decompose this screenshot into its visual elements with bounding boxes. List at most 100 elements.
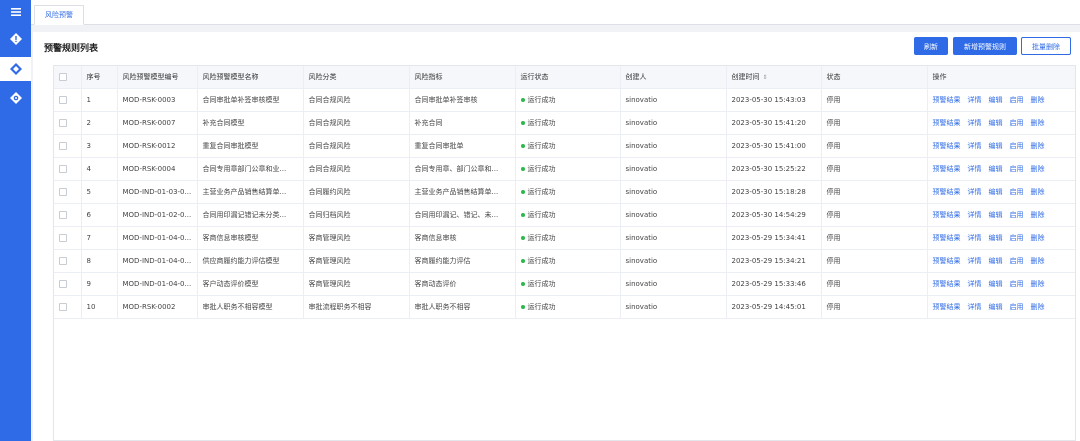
warning-result-link[interactable]: 预警结果 — [933, 96, 961, 104]
delete-link[interactable]: 删除 — [1031, 96, 1045, 104]
run-status-text: 运行成功 — [527, 95, 556, 104]
detail-link[interactable]: 详情 — [968, 142, 982, 150]
edit-link[interactable]: 编辑 — [989, 280, 1003, 288]
warning-result-link[interactable]: 预警结果 — [933, 119, 961, 127]
edit-link[interactable]: 编辑 — [989, 211, 1003, 219]
detail-link[interactable]: 详情 — [968, 211, 982, 219]
row-checkbox[interactable] — [59, 210, 67, 219]
detail-link[interactable]: 详情 — [968, 280, 982, 288]
header-created-at[interactable]: 创建时间 ⇕ — [726, 66, 822, 89]
cell-creator: sinovatio — [620, 134, 727, 158]
detail-link[interactable]: 详情 — [968, 257, 982, 265]
edit-link[interactable]: 编辑 — [989, 165, 1003, 173]
detail-link[interactable]: 详情 — [968, 165, 982, 173]
delete-link[interactable]: 删除 — [1031, 303, 1045, 311]
enable-link[interactable]: 启用 — [1010, 142, 1024, 150]
row-select-cell[interactable] — [54, 203, 82, 227]
row-checkbox[interactable] — [59, 279, 67, 288]
enable-link[interactable]: 启用 — [1010, 280, 1024, 288]
row-checkbox[interactable] — [59, 118, 67, 127]
row-checkbox[interactable] — [59, 302, 67, 311]
detail-link[interactable]: 详情 — [968, 188, 982, 196]
edit-link[interactable]: 编辑 — [989, 96, 1003, 104]
delete-link[interactable]: 删除 — [1031, 234, 1045, 242]
refresh-button[interactable]: 刷新 — [914, 37, 948, 55]
select-all-cell[interactable] — [54, 66, 82, 89]
warning-result-link[interactable]: 预警结果 — [933, 188, 961, 196]
cell-run-status: 运行成功 — [515, 88, 621, 112]
edit-link[interactable]: 编辑 — [989, 234, 1003, 242]
cell-run-status: 运行成功 — [515, 111, 621, 135]
delete-link[interactable]: 删除 — [1031, 165, 1045, 173]
warning-result-link[interactable]: 预警结果 — [933, 211, 961, 219]
row-select-cell[interactable] — [54, 249, 82, 273]
enable-link[interactable]: 启用 — [1010, 188, 1024, 196]
run-status-text: 运行成功 — [527, 233, 556, 242]
warning-result-link[interactable]: 预警结果 — [933, 142, 961, 150]
delete-link[interactable]: 删除 — [1031, 142, 1045, 150]
cell-name: 合同审批单补签审核模型 — [197, 88, 304, 112]
row-select-cell[interactable] — [54, 295, 82, 319]
warning-result-link[interactable]: 预警结果 — [933, 165, 961, 173]
enable-link[interactable]: 启用 — [1010, 96, 1024, 104]
delete-link[interactable]: 删除 — [1031, 280, 1045, 288]
edit-link[interactable]: 编辑 — [989, 142, 1003, 150]
row-checkbox[interactable] — [59, 187, 67, 196]
delete-link[interactable]: 删除 — [1031, 211, 1045, 219]
row-select-cell[interactable] — [54, 111, 82, 135]
enable-link[interactable]: 启用 — [1010, 234, 1024, 242]
sidebar-item-warning[interactable] — [0, 27, 31, 51]
add-rule-button[interactable]: 新增预警规则 — [953, 37, 1017, 55]
tab-risk-warning[interactable]: 风险预警 — [34, 5, 84, 25]
enable-link[interactable]: 启用 — [1010, 257, 1024, 265]
sort-icon[interactable]: ⇕ — [763, 74, 768, 81]
row-select-cell[interactable] — [54, 180, 82, 204]
success-dot-icon — [520, 281, 525, 286]
cell-indicator: 合同用印漏记、错记、未... — [409, 203, 516, 227]
cell-created-at: 2023-05-29 14:45:01 — [726, 295, 822, 319]
sidebar-item-settings[interactable] — [0, 86, 31, 110]
detail-link[interactable]: 详情 — [968, 119, 982, 127]
row-checkbox[interactable] — [59, 141, 67, 150]
edit-link[interactable]: 编辑 — [989, 188, 1003, 196]
enable-link[interactable]: 启用 — [1010, 165, 1024, 173]
detail-link[interactable]: 详情 — [968, 96, 982, 104]
enable-link[interactable]: 启用 — [1010, 119, 1024, 127]
run-status-text: 运行成功 — [527, 118, 556, 127]
delete-link[interactable]: 删除 — [1031, 188, 1045, 196]
delete-link[interactable]: 删除 — [1031, 119, 1045, 127]
row-checkbox[interactable] — [59, 256, 67, 265]
warning-result-link[interactable]: 预警结果 — [933, 257, 961, 265]
warning-result-link[interactable]: 预警结果 — [933, 280, 961, 288]
row-select-cell[interactable] — [54, 134, 82, 158]
batch-delete-button[interactable]: 批量删除 — [1021, 37, 1071, 55]
row-select-cell[interactable] — [54, 272, 82, 296]
warning-result-link[interactable]: 预警结果 — [933, 303, 961, 311]
cell-indicator: 补充合同 — [409, 111, 516, 135]
detail-link[interactable]: 详情 — [968, 303, 982, 311]
delete-link[interactable]: 删除 — [1031, 257, 1045, 265]
enable-link[interactable]: 启用 — [1010, 211, 1024, 219]
edit-link[interactable]: 编辑 — [989, 303, 1003, 311]
edit-link[interactable]: 编辑 — [989, 257, 1003, 265]
row-checkbox[interactable] — [59, 164, 67, 173]
table-row: 9 MOD-IND-01-04-0... 客户动态评价模型 客商管理风险 客商动态评价 运… — [54, 272, 1075, 296]
menu-toggle-button[interactable] — [0, 0, 31, 24]
warning-result-link[interactable]: 预警结果 — [933, 234, 961, 242]
cell-created-at: 2023-05-29 15:34:41 — [726, 226, 822, 250]
cell-category: 客商管理风险 — [303, 272, 410, 296]
row-select-cell[interactable] — [54, 88, 82, 112]
select-all-checkbox[interactable] — [59, 72, 67, 81]
row-checkbox[interactable] — [59, 95, 67, 104]
detail-link[interactable]: 详情 — [968, 234, 982, 242]
warning-diamond-icon — [9, 33, 22, 45]
cell-created-at: 2023-05-30 15:25:22 — [726, 157, 822, 181]
enable-link[interactable]: 启用 — [1010, 303, 1024, 311]
cell-index: 5 — [81, 180, 118, 204]
row-select-cell[interactable] — [54, 226, 82, 250]
sidebar-item-risk[interactable] — [0, 57, 31, 81]
edit-link[interactable]: 编辑 — [989, 119, 1003, 127]
row-checkbox[interactable] — [59, 233, 67, 242]
cell-category: 合同合规风险 — [303, 111, 410, 135]
row-select-cell[interactable] — [54, 157, 82, 181]
